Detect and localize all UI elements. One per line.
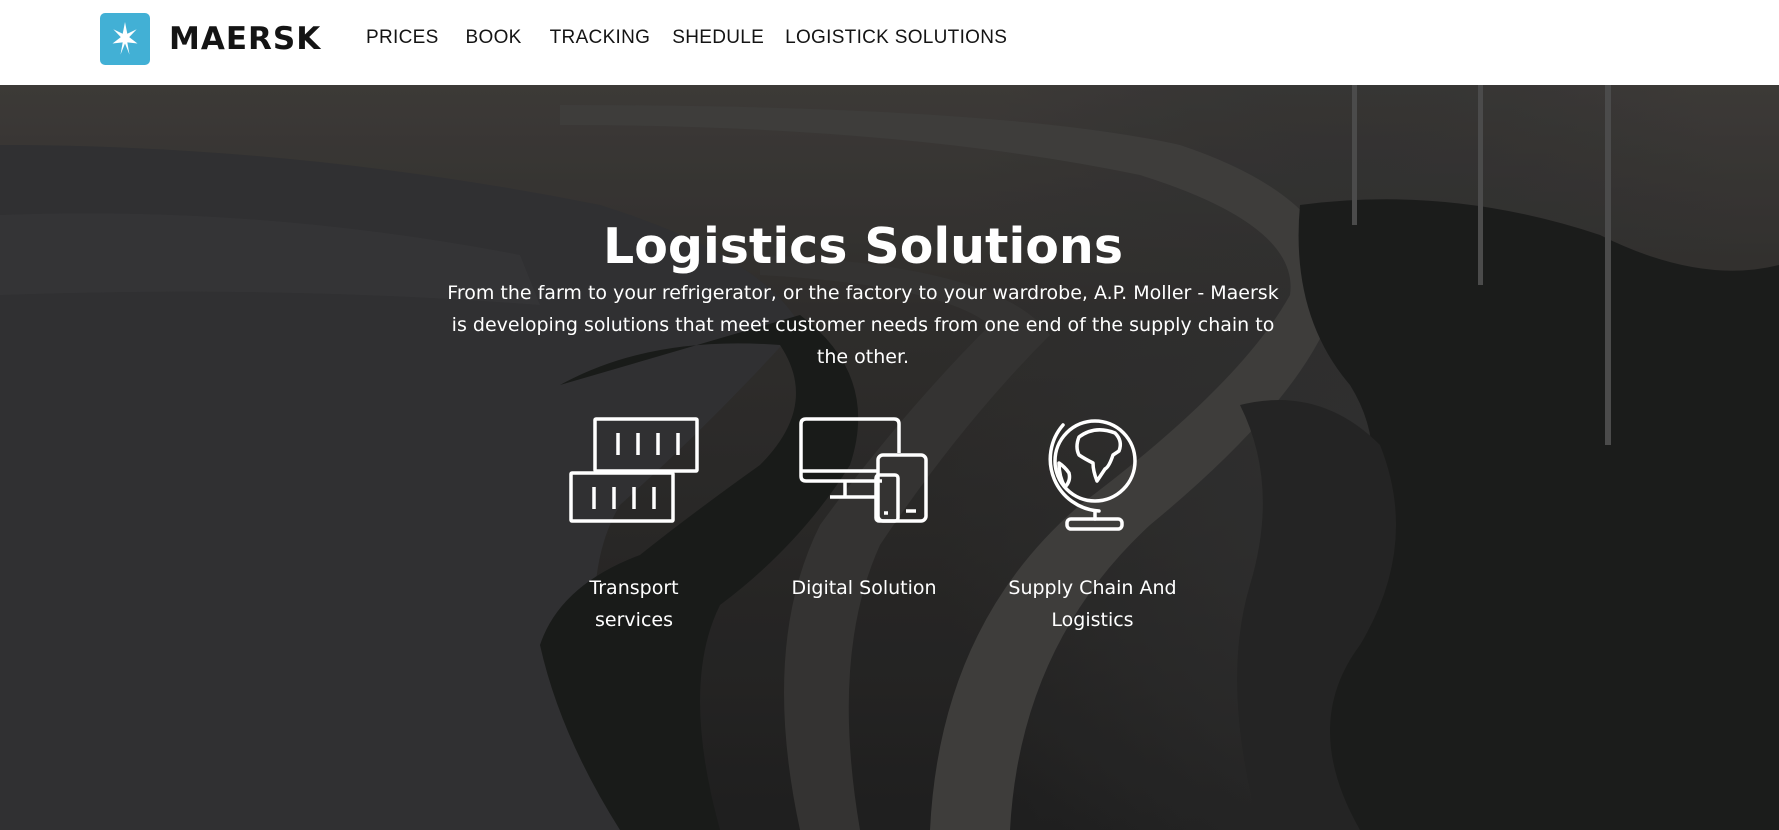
card-digital-solution[interactable]: Digital Solution: [778, 415, 950, 604]
nav-schedule[interactable]: SHEDULE: [672, 27, 764, 49]
maersk-logo[interactable]: MAERSK: [100, 13, 321, 65]
brand-name: MAERSK: [169, 21, 322, 57]
hero-description: From the farm to your refrigerator, or t…: [447, 282, 1279, 368]
site-header: MAERSK PRICES BOOK TRACKING SHEDULE LOGI…: [0, 0, 1779, 85]
hero-section: Logistics Solutions From the farm to you…: [0, 85, 1779, 830]
card-label: Digital Solution: [791, 577, 937, 599]
card-supply-chain-and-logistics[interactable]: Supply Chain And Logistics: [1000, 411, 1185, 636]
devices-icon: [799, 417, 928, 523]
globe-icon: [1048, 419, 1137, 531]
card-label: Transport services: [589, 577, 679, 631]
nav-tracking[interactable]: TRACKING: [550, 27, 651, 49]
card-transport-services[interactable]: Transport services: [548, 415, 720, 636]
nav-prices[interactable]: PRICES: [366, 27, 439, 49]
nav-book[interactable]: BOOK: [466, 27, 522, 49]
nav-logistics-solutions[interactable]: LOGISTICK SOLUTIONS: [785, 27, 1007, 49]
card-label: Supply Chain And Logistics: [1008, 577, 1177, 631]
main-nav: PRICES BOOK TRACKING SHEDULE LOGISTICK S…: [366, 27, 1007, 49]
seven-point-star-icon: [100, 13, 150, 65]
shipping-containers-icon: [569, 417, 699, 523]
hero-title: Logistics Solutions: [603, 217, 1123, 275]
